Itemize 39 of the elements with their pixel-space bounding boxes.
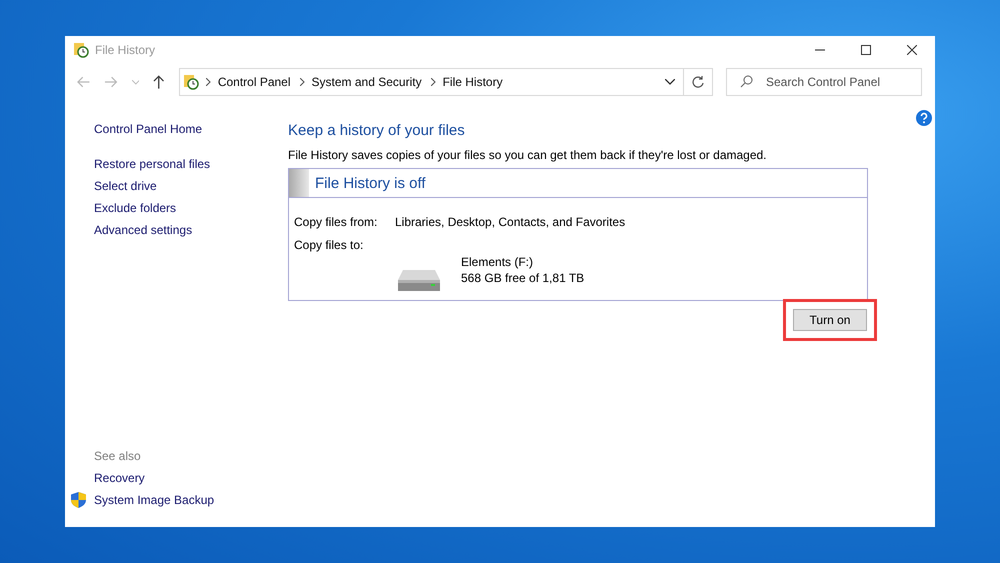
sidebar-link[interactable]: Exclude folders [94, 201, 288, 215]
sidebar-link[interactable]: System Image Backup [94, 493, 214, 507]
status-block-icon [289, 169, 309, 197]
shield-icon [71, 492, 86, 508]
up-arrow-icon[interactable] [153, 75, 165, 89]
address-bar[interactable]: Control Panel System and Security File History [178, 68, 684, 96]
breadcrumb-item[interactable]: System and Security [312, 75, 422, 89]
close-icon[interactable] [907, 45, 917, 55]
folder-clock-icon [182, 74, 199, 90]
field-label: Copy files to: [294, 238, 364, 252]
sidebar-link[interactable]: Advanced settings [94, 223, 288, 237]
help-icon[interactable] [916, 110, 932, 126]
chevron-right-icon [430, 78, 436, 86]
section-heading: See also [94, 449, 142, 463]
maximize-icon[interactable] [861, 45, 871, 55]
panel-title: File History is off [315, 174, 426, 192]
description-text: File History saves copies of your files so you can get them back if they're lost or damaged. [288, 148, 768, 162]
search-field[interactable]: Search Control Panel [726, 68, 922, 96]
folder-clock-icon [73, 42, 89, 58]
refresh-icon [692, 76, 704, 88]
sidebar-link[interactable]: Recovery [94, 471, 145, 485]
breadcrumb-item[interactable]: File History [442, 75, 503, 89]
chevron-right-icon [300, 78, 305, 86]
field-label: Copy files from: [294, 215, 378, 229]
window-title: File History [95, 43, 156, 57]
sidebar-link[interactable]: Control Panel Home [94, 122, 288, 136]
drive-name: Elements (F:) [461, 255, 534, 269]
turn-on-button[interactable]: Turn on [793, 309, 867, 331]
breadcrumb-item[interactable]: Control Panel [218, 75, 291, 89]
field-value: Libraries, Desktop, Contacts, and Favorites [395, 215, 626, 229]
refresh-button[interactable] [684, 68, 713, 96]
search-icon [740, 75, 753, 88]
drive-space: 568 GB free of 1,81 TB [461, 271, 584, 285]
page-heading: Keep a history of your files [288, 122, 466, 139]
chevron-down-icon[interactable] [665, 79, 676, 85]
sidebar-link[interactable]: Select drive [94, 179, 288, 193]
drive-icon [397, 268, 441, 292]
chevron-right-icon [206, 78, 211, 86]
sidebar-link[interactable]: Restore personal files [94, 157, 288, 171]
